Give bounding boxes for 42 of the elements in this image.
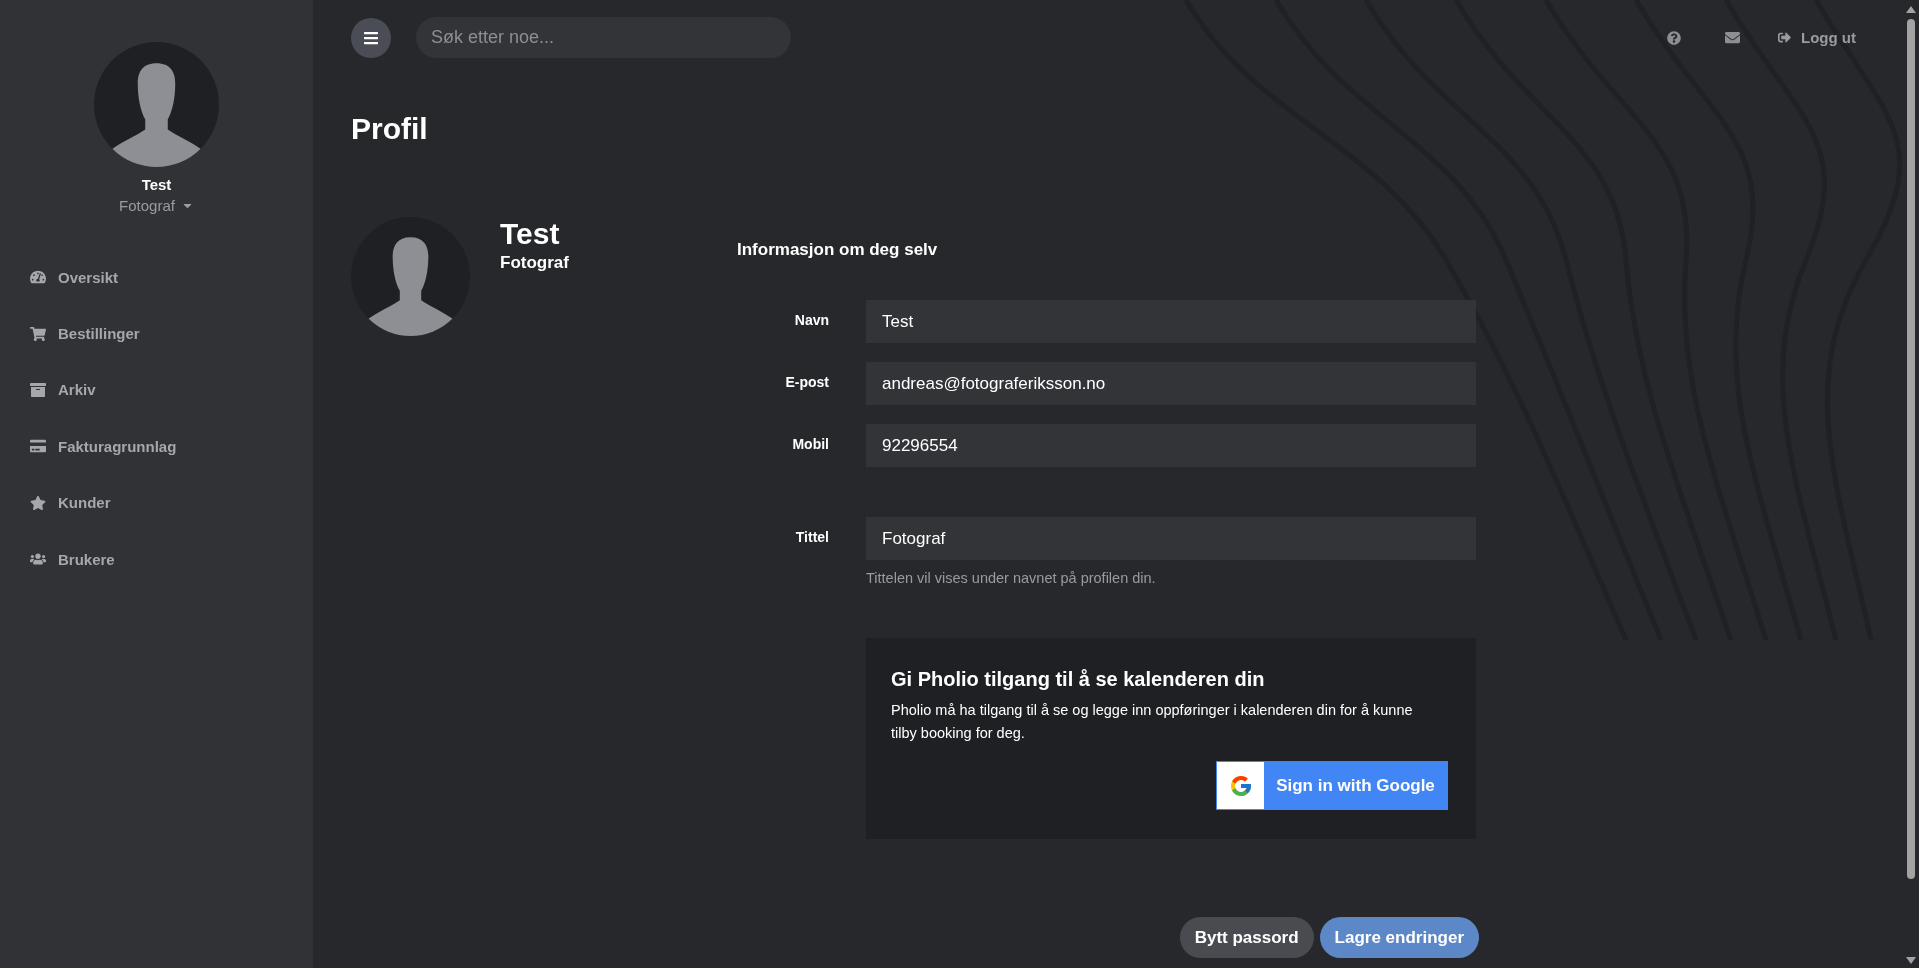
logout-icon	[1778, 31, 1791, 44]
cart-icon	[30, 325, 46, 342]
page-title: Profil	[351, 112, 429, 146]
nav-item[interactable]: Kunder	[0, 474, 313, 531]
role-dropdown[interactable]: Fotograf	[119, 195, 194, 216]
section-title: Informasjon om deg selv	[737, 240, 939, 260]
input-field[interactable]: andreas@fotograferiksson.no	[866, 362, 1476, 405]
nav-item[interactable]: Bestillinger	[0, 305, 313, 362]
profile-name: Test	[500, 217, 560, 251]
menu-button[interactable]	[351, 17, 391, 58]
nav-item[interactable]: Arkiv	[0, 361, 313, 419]
card-icon	[30, 438, 46, 455]
save-button[interactable]: Lagre endringer	[1319, 917, 1479, 958]
envelope-icon	[1725, 30, 1740, 45]
field-label: Navn	[793, 311, 829, 330]
scroll-down-icon[interactable]	[1905, 957, 1916, 964]
input-field[interactable]: Fotograf	[866, 517, 1476, 560]
star-icon	[30, 494, 46, 511]
nav-item[interactable]: Fakturagrunnlag	[0, 418, 313, 475]
input-field[interactable]: 92296554	[866, 424, 1476, 467]
scroll-up-icon[interactable]	[1905, 6, 1916, 13]
menu-icon	[363, 29, 379, 46]
profile-title: Fotograf	[500, 253, 569, 273]
search-field[interactable]: Søk etter noe...	[416, 17, 791, 58]
field-hint: Tittelen vil vises under navnet på profilen din.	[866, 570, 1157, 586]
archive-icon	[30, 381, 46, 398]
help-icon	[1667, 30, 1681, 45]
field-label: E-post	[784, 373, 829, 392]
google-icon	[1228, 773, 1253, 798]
card-text: Pholio må ha tilgang til å se og legge inn oppføringer i kalenderen din for å kunne tilby booking for deg.	[891, 701, 1414, 743]
logout-button[interactable]: Logg ut	[1772, 28, 1862, 47]
nav-item[interactable]: Oversikt	[0, 249, 313, 306]
field-label: Tittel	[794, 528, 829, 547]
card-title: Gi Pholio tilgang til å se kalenderen din	[891, 668, 1266, 691]
google-sign-in-button[interactable]: Sign in with Google	[1216, 761, 1448, 810]
dashboard-icon	[30, 269, 46, 286]
input-field[interactable]: Test	[866, 300, 1476, 343]
field-label: Mobil	[791, 435, 829, 454]
change-password-button[interactable]: Bytt passord	[1179, 917, 1314, 958]
user-name: Test	[141, 176, 172, 193]
users-icon	[30, 551, 46, 568]
nav-item[interactable]: Brukere	[0, 530, 313, 588]
